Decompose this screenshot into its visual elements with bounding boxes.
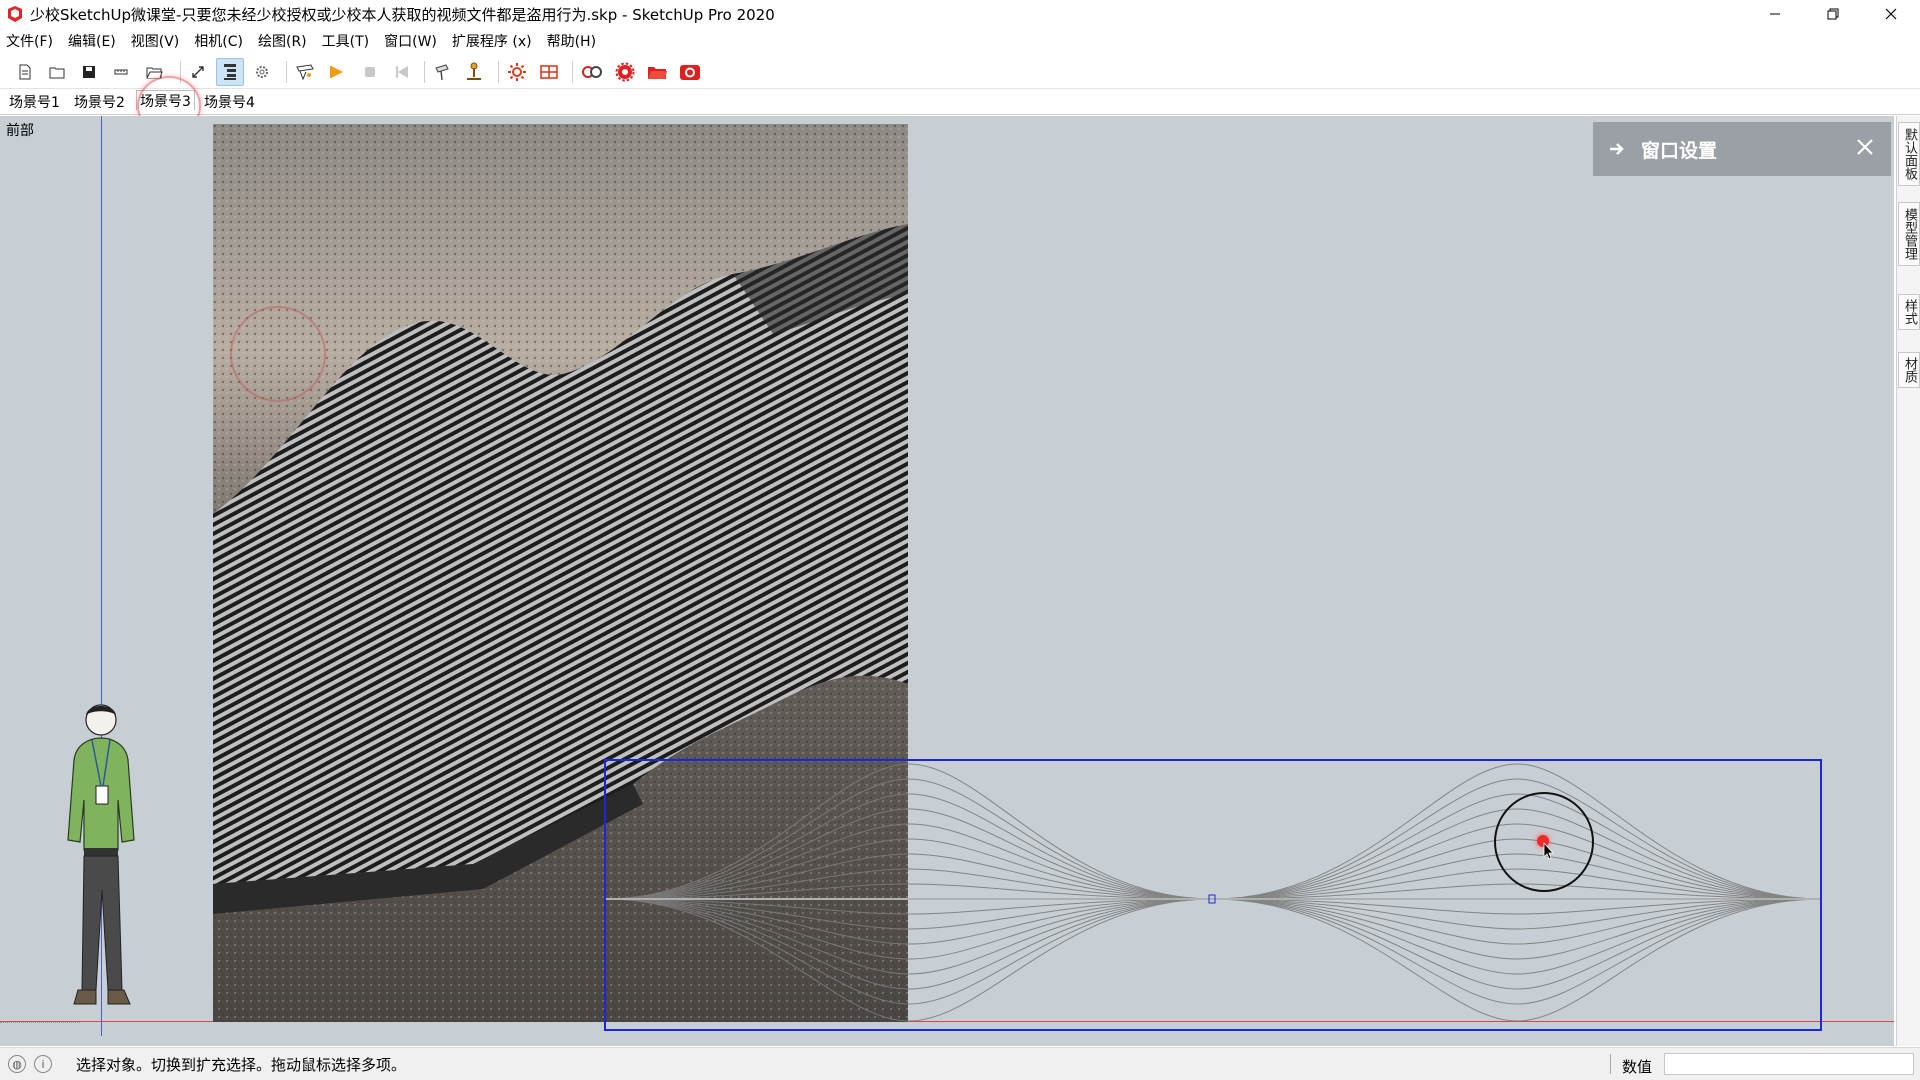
green-axis bbox=[0, 1022, 80, 1023]
red-folder-icon bbox=[648, 67, 667, 79]
red-camera-button[interactable] bbox=[676, 58, 704, 86]
section-plane-button[interactable] bbox=[535, 58, 563, 86]
play-icon bbox=[330, 66, 343, 78]
measurements-label: 数值 bbox=[1622, 1058, 1653, 1076]
tray-tab-model[interactable]: 模型管理 bbox=[1898, 202, 1920, 266]
window-title: 少校SketchUp微课堂-只要您未经少校授权或少校本人获取的视频文件都是盗用行… bbox=[30, 5, 775, 24]
red-folder-button[interactable] bbox=[643, 58, 671, 86]
scene-tabs-bar: 场景号1 场景号2 场景号3 场景号4 bbox=[0, 90, 1920, 115]
restore-icon bbox=[1827, 8, 1839, 20]
menu-view[interactable]: 视图(V) bbox=[131, 31, 180, 51]
menu-window[interactable]: 窗口(W) bbox=[384, 31, 437, 51]
close-icon bbox=[1857, 139, 1873, 155]
status-bar: ◍ i 选择对象。切换到扩充选择。拖动鼠标选择多项。 数值 bbox=[0, 1047, 1920, 1080]
menu-draw[interactable]: 绘图(R) bbox=[258, 31, 307, 51]
tray-tab-default[interactable]: 默认面板 bbox=[1898, 122, 1920, 186]
camera-tool-icon bbox=[582, 66, 602, 78]
menu-extensions[interactable]: 扩展程序 (x) bbox=[452, 31, 532, 51]
cursor-highlight-ring bbox=[230, 306, 326, 402]
menu-camera[interactable]: 相机(C) bbox=[194, 31, 243, 51]
tape-icon bbox=[114, 69, 128, 75]
camera-tool-button[interactable] bbox=[578, 58, 606, 86]
menu-tools[interactable]: 工具(T) bbox=[322, 31, 369, 51]
walk-button[interactable] bbox=[460, 58, 488, 86]
scene-tab-4[interactable]: 场景号4 bbox=[201, 93, 258, 113]
window-settings-panel: 窗口设置 bbox=[1593, 122, 1891, 176]
render-settings-button[interactable] bbox=[611, 58, 639, 86]
rewind-icon bbox=[396, 66, 408, 78]
restore-button[interactable] bbox=[1804, 0, 1862, 28]
close-panel-button[interactable] bbox=[1855, 137, 1875, 161]
right-tray: 默认面板 模型管理 样式 材质 bbox=[1896, 116, 1920, 1046]
scene-tab-1[interactable]: 场景号1 bbox=[6, 93, 63, 113]
arrow-right-icon[interactable] bbox=[1609, 141, 1627, 157]
geo-location-icon[interactable]: ◍ bbox=[8, 1055, 26, 1073]
close-icon bbox=[1885, 8, 1897, 20]
red-camera-icon bbox=[680, 65, 700, 80]
outliner-button[interactable] bbox=[216, 58, 244, 86]
settings-button[interactable] bbox=[248, 58, 276, 86]
tape-measure-button[interactable] bbox=[107, 58, 135, 86]
stop-icon bbox=[365, 67, 375, 77]
scale-figure[interactable] bbox=[52, 700, 162, 1022]
rewind-button[interactable] bbox=[388, 58, 416, 86]
tray-tab-materials[interactable]: 材质 bbox=[1898, 352, 1920, 388]
save-button[interactable] bbox=[75, 58, 103, 86]
scene-tab-2[interactable]: 场景号2 bbox=[71, 93, 128, 113]
stop-button[interactable] bbox=[356, 58, 384, 86]
sketchup-logo-icon bbox=[8, 6, 22, 22]
window-settings-title: 窗口设置 bbox=[1641, 139, 1718, 162]
minimize-button[interactable] bbox=[1746, 0, 1804, 28]
outliner-icon bbox=[224, 64, 236, 80]
status-separator bbox=[1610, 1054, 1611, 1074]
menu-bar: 文件(F) 编辑(E) 视图(V) 相机(C) 绘图(R) 工具(T) 窗口(W… bbox=[0, 30, 611, 52]
section-plane-icon bbox=[540, 65, 558, 79]
new-file-icon bbox=[19, 64, 31, 80]
measurements-input[interactable] bbox=[1664, 1053, 1914, 1075]
shadow-sun-icon bbox=[508, 63, 526, 81]
minimize-icon bbox=[1770, 13, 1780, 15]
open-button[interactable] bbox=[43, 58, 71, 86]
person-stand-icon bbox=[467, 62, 481, 80]
menu-help[interactable]: 帮助(H) bbox=[547, 31, 596, 51]
add-scene-button[interactable] bbox=[291, 58, 319, 86]
new-file-button[interactable] bbox=[11, 58, 39, 86]
tray-tab-styles[interactable]: 样式 bbox=[1898, 294, 1920, 330]
render-settings-icon bbox=[615, 62, 635, 82]
settings-gear-icon bbox=[256, 66, 268, 78]
selection-bounding-box bbox=[604, 759, 1822, 1031]
info-icon[interactable]: i bbox=[34, 1055, 52, 1073]
zoom-extents-icon bbox=[192, 66, 204, 78]
view-label: 前部 bbox=[6, 123, 34, 139]
mouse-pointer-icon bbox=[1543, 842, 1554, 860]
toolbar-separator bbox=[424, 61, 425, 83]
open-folder-icon bbox=[49, 67, 65, 79]
toolbar-separator bbox=[286, 61, 287, 83]
status-message: 选择对象。切换到扩充选择。拖动鼠标选择多项。 bbox=[76, 1055, 407, 1074]
pushpin-button[interactable] bbox=[428, 58, 456, 86]
toolbar-separator bbox=[498, 61, 499, 83]
pushpin-icon bbox=[435, 64, 449, 81]
shadows-button[interactable] bbox=[503, 58, 531, 86]
toolbar-separator bbox=[572, 61, 573, 83]
scene-icon bbox=[296, 64, 314, 81]
title-bar: 少校SketchUp微课堂-只要您未经少校授权或少校本人获取的视频文件都是盗用行… bbox=[0, 0, 1920, 28]
toolbar bbox=[0, 55, 1920, 89]
play-button[interactable] bbox=[323, 58, 351, 86]
close-window-button[interactable] bbox=[1862, 0, 1920, 28]
modeling-viewport[interactable]: 前部 bbox=[0, 116, 1894, 1046]
menu-edit[interactable]: 编辑(E) bbox=[68, 31, 116, 51]
save-icon bbox=[83, 66, 95, 78]
menu-file[interactable]: 文件(F) bbox=[6, 31, 53, 51]
